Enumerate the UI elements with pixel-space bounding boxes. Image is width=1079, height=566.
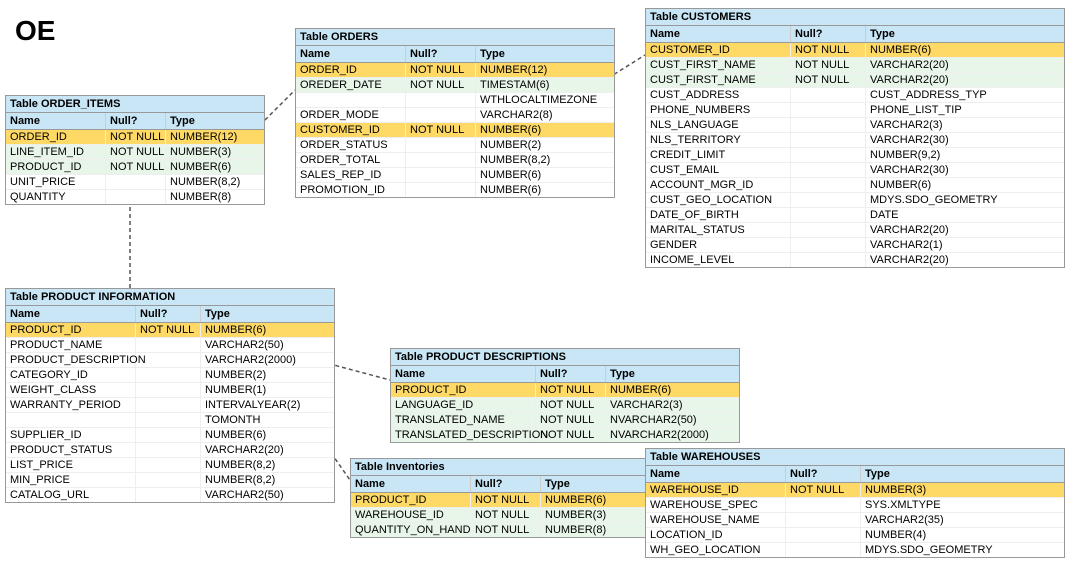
table-product-info: Table PRODUCT INFORMATION Name Null? Typ… xyxy=(5,288,335,503)
table-row: WAREHOUSE_ID NOT NULL NUMBER(3) xyxy=(351,508,659,523)
table-row: OREDER_DATE NOT NULL TIMESTAM(6) xyxy=(296,78,614,93)
table-row: WH_GEO_LOCATION MDYS.SDO_GEOMETRY xyxy=(646,543,1064,557)
table-row: DATE_OF_BIRTH DATE xyxy=(646,208,1064,223)
table-customers: Table CUSTOMERS Name Null? Type CUSTOMER… xyxy=(645,8,1065,268)
table-order-items: Table ORDER_ITEMS Name Null? Type ORDER_… xyxy=(5,95,265,205)
col-name: Name xyxy=(391,366,536,382)
table-row: NLS_LANGUAGE VARCHAR2(3) xyxy=(646,118,1064,133)
col-name: Name xyxy=(6,306,136,322)
col-null: Null? xyxy=(136,306,201,322)
table-product-desc-title: Table PRODUCT DESCRIPTIONS xyxy=(391,349,739,366)
table-product-info-header: Name Null? Type xyxy=(6,306,334,323)
table-row: ORDER_ID NOT NULL NUMBER(12) xyxy=(6,130,264,145)
col-type: Type xyxy=(866,26,1066,42)
diagram: OE Table ORDER_ITEMS Name Null? Type ORD… xyxy=(0,0,1079,566)
table-row: LANGUAGE_ID NOT NULL VARCHAR2(3) xyxy=(391,398,739,413)
table-row: PROMOTION_ID NUMBER(6) xyxy=(296,183,614,197)
table-order-items-title: Table ORDER_ITEMS xyxy=(6,96,264,113)
table-row: CATALOG_URL VARCHAR2(50) xyxy=(6,488,334,502)
table-product-desc-header: Name Null? Type xyxy=(391,366,739,383)
table-row: GENDER VARCHAR2(1) xyxy=(646,238,1064,253)
table-row: QUANTITY_ON_HAND NOT NULL NUMBER(8) xyxy=(351,523,659,537)
table-row: CUST_FIRST_NAME NOT NULL VARCHAR2(20) xyxy=(646,73,1064,88)
table-row: PRODUCT_DESCRIPTION VARCHAR2(2000) xyxy=(6,353,334,368)
col-name: Name xyxy=(6,113,106,129)
table-row: PRODUCT_NAME VARCHAR2(50) xyxy=(6,338,334,353)
table-row: MARITAL_STATUS VARCHAR2(20) xyxy=(646,223,1064,238)
table-row: SALES_REP_ID NUMBER(6) xyxy=(296,168,614,183)
table-product-info-title: Table PRODUCT INFORMATION xyxy=(6,289,334,306)
table-orders: Table ORDERS Name Null? Type ORDER_ID NO… xyxy=(295,28,615,198)
table-row: QUANTITY NUMBER(8) xyxy=(6,190,264,204)
table-row: WAREHOUSE_SPEC SYS.XMLTYPE xyxy=(646,498,1064,513)
table-row: NLS_TERRITORY VARCHAR2(30) xyxy=(646,133,1064,148)
table-orders-header: Name Null? Type xyxy=(296,46,614,63)
table-row: WARRANTY_PERIOD INTERVALYEAR(2) xyxy=(6,398,334,413)
col-type: Type xyxy=(201,306,336,322)
table-row: ORDER_ID NOT NULL NUMBER(12) xyxy=(296,63,614,78)
table-row: MIN_PRICE NUMBER(8,2) xyxy=(6,473,334,488)
col-null: Null? xyxy=(786,466,861,482)
table-row: ORDER_TOTAL NUMBER(8,2) xyxy=(296,153,614,168)
table-warehouses-title: Table WAREHOUSES xyxy=(646,449,1064,466)
table-inventories: Table Inventories Name Null? Type PRODUC… xyxy=(350,458,660,538)
table-row: LINE_ITEM_ID NOT NULL NUMBER(3) xyxy=(6,145,264,160)
table-order-items-header: Name Null? Type xyxy=(6,113,264,130)
table-row: CREDIT_LIMIT NUMBER(9,2) xyxy=(646,148,1064,163)
table-row: INCOME_LEVEL VARCHAR2(20) xyxy=(646,253,1064,267)
table-row: PRODUCT_ID NOT NULL NUMBER(6) xyxy=(6,323,334,338)
table-row: TRANSLATED_DESCRIPTION NOT NULL NVARCHAR… xyxy=(391,428,739,442)
table-row: PHONE_NUMBERS PHONE_LIST_TIP xyxy=(646,103,1064,118)
table-inventories-title: Table Inventories xyxy=(351,459,659,476)
col-null: Null? xyxy=(791,26,866,42)
table-row: WAREHOUSE_NAME VARCHAR2(35) xyxy=(646,513,1064,528)
table-row: WEIGHT_CLASS NUMBER(1) xyxy=(6,383,334,398)
col-null: Null? xyxy=(106,113,166,129)
table-row: CUST_EMAIL VARCHAR2(30) xyxy=(646,163,1064,178)
table-row: TRANSLATED_NAME NOT NULL NVARCHAR2(50) xyxy=(391,413,739,428)
table-row: CATEGORY_ID NUMBER(2) xyxy=(6,368,334,383)
col-type: Type xyxy=(166,113,266,129)
col-name: Name xyxy=(646,26,791,42)
col-null: Null? xyxy=(536,366,606,382)
table-product-desc: Table PRODUCT DESCRIPTIONS Name Null? Ty… xyxy=(390,348,740,443)
table-row: PRODUCT_ID NOT NULL NUMBER(6) xyxy=(351,493,659,508)
col-null: Null? xyxy=(471,476,541,492)
table-row: TOMONTH xyxy=(6,413,334,428)
col-null: Null? xyxy=(406,46,476,62)
table-row: LOCATION_ID NUMBER(4) xyxy=(646,528,1064,543)
table-row: PRODUCT_ID NOT NULL NUMBER(6) xyxy=(6,160,264,175)
table-customers-header: Name Null? Type xyxy=(646,26,1064,43)
col-name: Name xyxy=(351,476,471,492)
table-inventories-header: Name Null? Type xyxy=(351,476,659,493)
col-type: Type xyxy=(861,466,1066,482)
table-customers-title: Table CUSTOMERS xyxy=(646,9,1064,26)
table-row: CUST_ADDRESS CUST_ADDRESS_TYP xyxy=(646,88,1064,103)
table-row: PRODUCT_STATUS VARCHAR2(20) xyxy=(6,443,334,458)
table-orders-title: Table ORDERS xyxy=(296,29,614,46)
table-row: CUSTOMER_ID NOT NULL NUMBER(6) xyxy=(646,43,1064,58)
oe-label: OE xyxy=(15,15,55,47)
table-row: ACCOUNT_MGR_ID NUMBER(6) xyxy=(646,178,1064,193)
table-row: PRODUCT_ID NOT NULL NUMBER(6) xyxy=(391,383,739,398)
table-row: ORDER_STATUS NUMBER(2) xyxy=(296,138,614,153)
col-name: Name xyxy=(646,466,786,482)
col-name: Name xyxy=(296,46,406,62)
table-row: WTHLOCALTIMEZONE xyxy=(296,93,614,108)
table-row: CUSTOMER_ID NOT NULL NUMBER(6) xyxy=(296,123,614,138)
col-type: Type xyxy=(606,366,741,382)
col-type: Type xyxy=(476,46,616,62)
table-row: SUPPLIER_ID NUMBER(6) xyxy=(6,428,334,443)
table-warehouses: Table WAREHOUSES Name Null? Type WAREHOU… xyxy=(645,448,1065,558)
col-type: Type xyxy=(541,476,661,492)
table-row: ORDER_MODE VARCHAR2(8) xyxy=(296,108,614,123)
table-row: LIST_PRICE NUMBER(8,2) xyxy=(6,458,334,473)
table-row: UNIT_PRICE NUMBER(8,2) xyxy=(6,175,264,190)
table-row: CUST_FIRST_NAME NOT NULL VARCHAR2(20) xyxy=(646,58,1064,73)
table-row: WAREHOUSE_ID NOT NULL NUMBER(3) xyxy=(646,483,1064,498)
table-warehouses-header: Name Null? Type xyxy=(646,466,1064,483)
table-row: CUST_GEO_LOCATION MDYS.SDO_GEOMETRY xyxy=(646,193,1064,208)
